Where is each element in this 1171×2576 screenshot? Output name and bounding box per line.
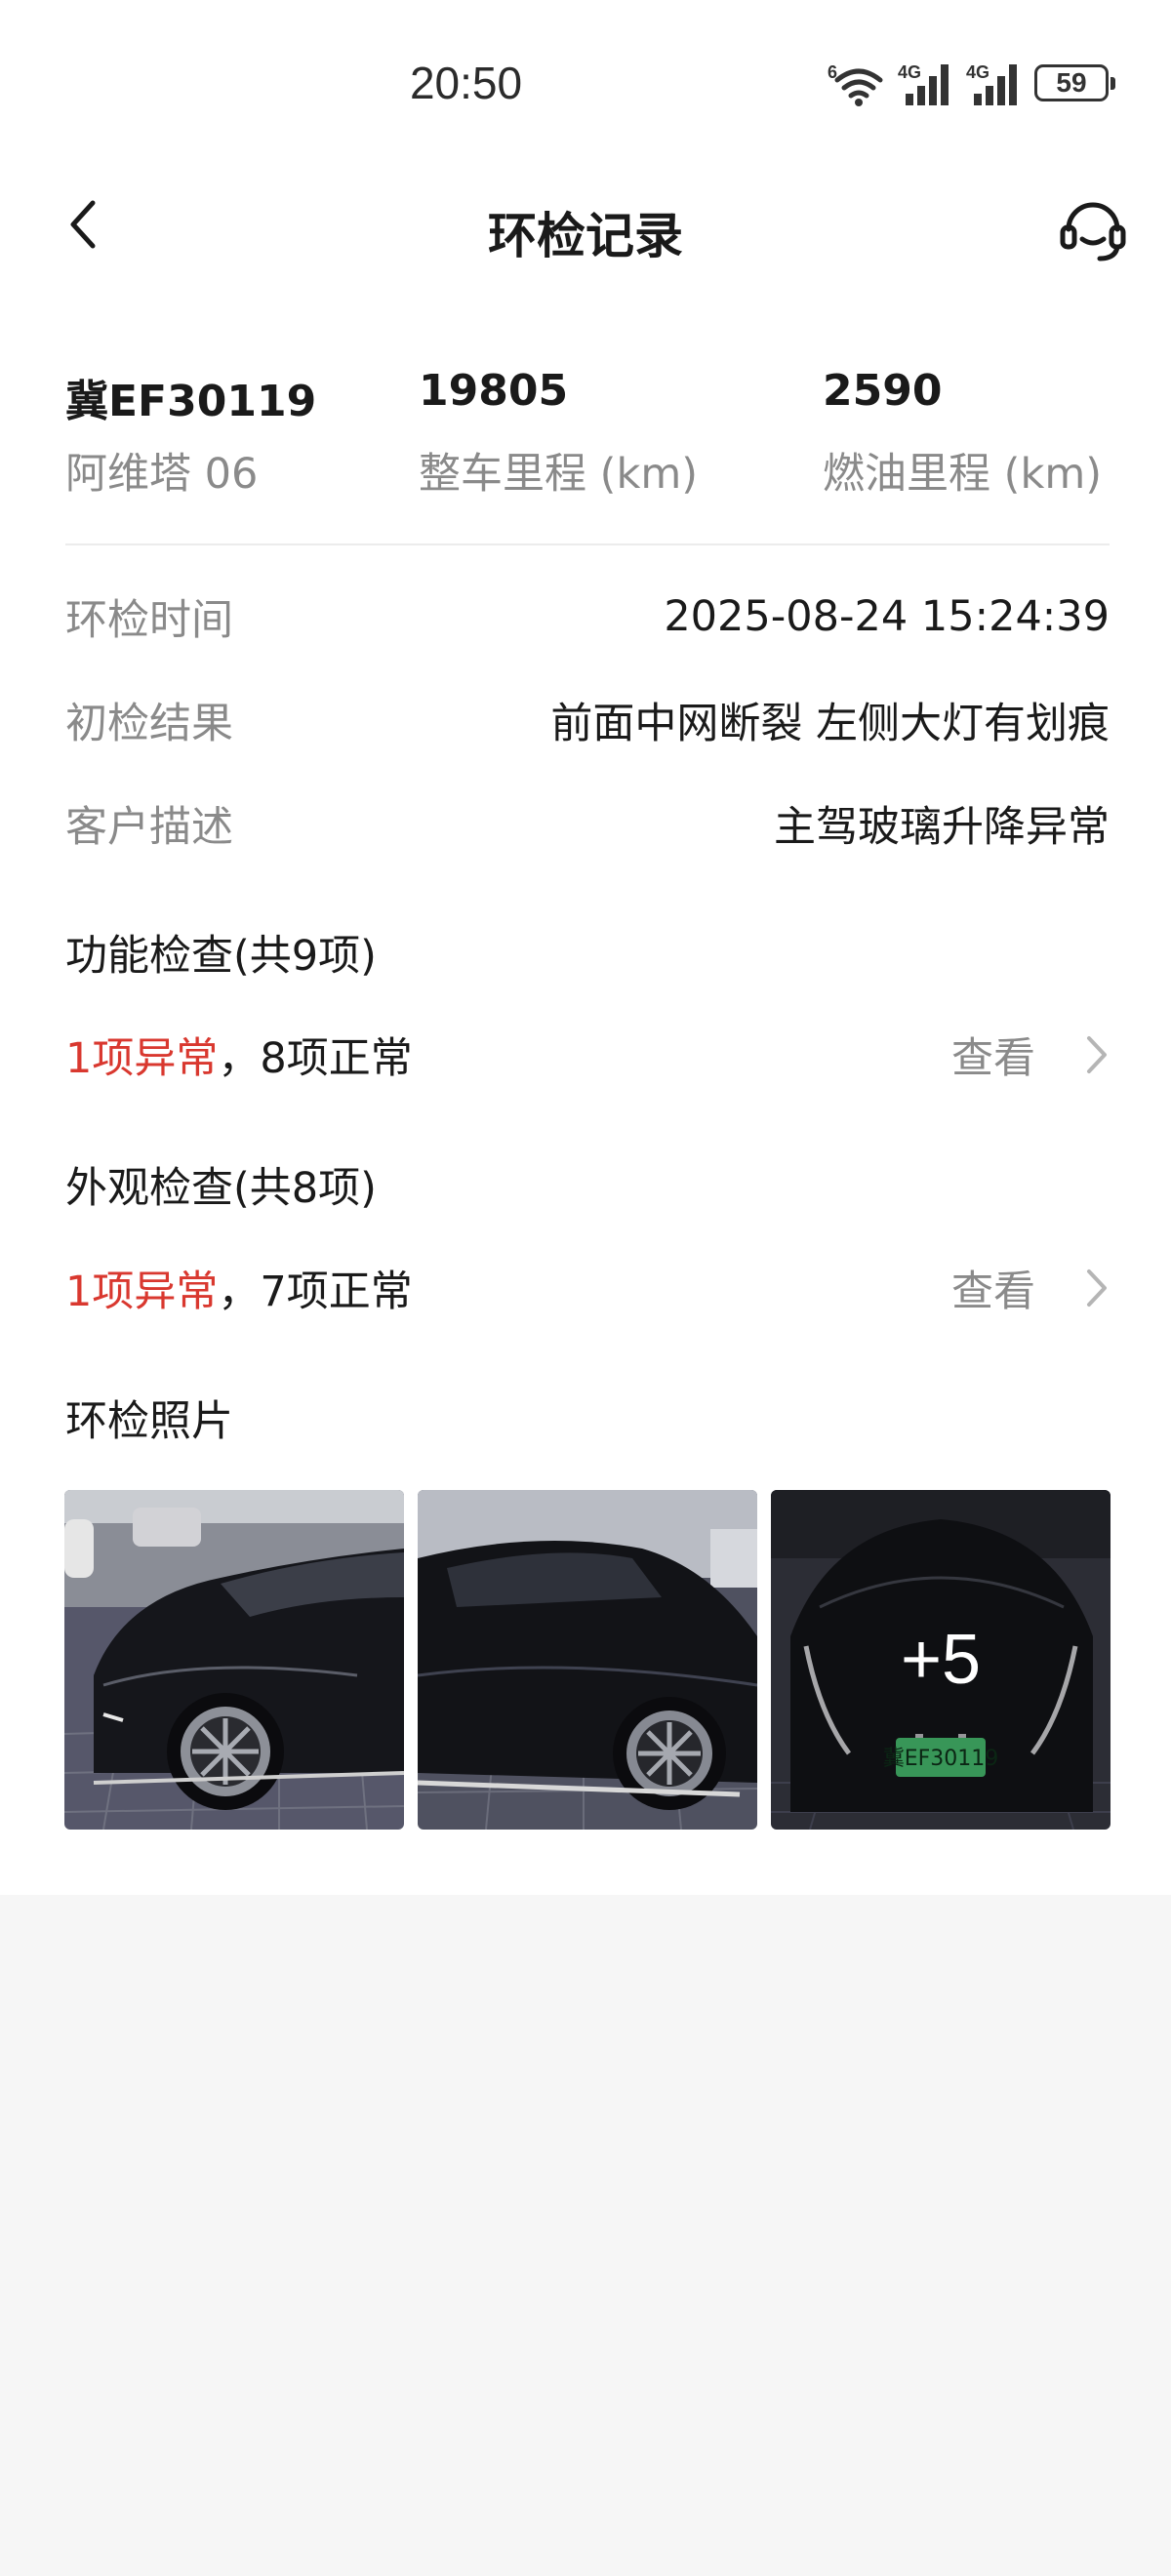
chevron-right-icon	[1087, 1036, 1107, 1073]
function-check-title: 功能检查(共9项)	[65, 932, 377, 981]
vehicle-model: 阿维塔 06	[65, 450, 259, 499]
fuel-mileage-value: 2590	[823, 366, 943, 416]
more-photos-overlay[interactable]: +5	[771, 1490, 1110, 1830]
headset-icon	[1060, 202, 1126, 262]
appearance-check-title: 外观检查(共8项)	[65, 1164, 377, 1213]
status-icons: 6 4G 4G 59	[828, 59, 1115, 107]
photo-gallery: 冀EF30119 +5	[64, 1490, 1110, 1830]
status-time: 20:50	[409, 58, 523, 108]
info-row-initial-result: 初检结果 前面中网断裂 左侧大灯有划痕	[65, 691, 1110, 749]
info-row-check-time: 环检时间 2025-08-24 15:24:39	[65, 587, 1110, 646]
cellular-signal-icon-2: 4G	[966, 59, 1023, 107]
view-label: 查看	[951, 1034, 1035, 1083]
total-mileage-label: 整车里程 (km)	[419, 450, 699, 499]
title-bar: 环检记录	[0, 176, 1171, 273]
signal-tag-1: 4G	[898, 62, 922, 82]
status-bar: 20:50 6 4G 4G 59	[0, 0, 1171, 146]
battery-level: 59	[1056, 67, 1087, 98]
customer-service-button[interactable]	[1054, 189, 1132, 267]
inspection-photo-3[interactable]: 冀EF30119 +5	[771, 1490, 1110, 1830]
abnormal-count: 1项异常	[65, 1034, 219, 1083]
vehicle-summary: 冀EF30119 阿维塔 06 19805 整车里程 (km) 2590 燃油里…	[65, 366, 1110, 503]
info-label: 环检时间	[65, 596, 233, 645]
photos-title: 环检照片	[65, 1397, 233, 1446]
wifi-tag: 6	[828, 62, 838, 82]
chevron-right-icon	[1087, 1269, 1107, 1307]
function-check-row[interactable]: 1项异常 ， 8项正常 查看	[65, 1023, 1110, 1087]
fuel-mileage-label: 燃油里程 (km)	[823, 450, 1103, 499]
normal-count: 7项正常	[260, 1268, 413, 1316]
view-appearance-check-button[interactable]: 查看	[951, 1256, 1110, 1320]
content-card: 20:50 6 4G 4G 59 环检记录 冀EF30119 阿维塔 06 19…	[0, 0, 1171, 1895]
plate-column: 冀EF30119 阿维塔 06	[65, 366, 316, 501]
count-separator: ，	[218, 1034, 261, 1083]
total-mileage-column: 19805 整车里程 (km)	[419, 366, 698, 501]
count-separator: ，	[218, 1268, 261, 1316]
signal-tag-2: 4G	[966, 62, 990, 82]
page-title: 环检记录	[488, 208, 683, 264]
cellular-signal-icon: 4G	[898, 59, 954, 107]
fuel-mileage-column: 2590 燃油里程 (km)	[823, 366, 1102, 501]
view-function-check-button[interactable]: 查看	[951, 1023, 1110, 1087]
abnormal-count: 1项异常	[65, 1268, 219, 1316]
info-label: 初检结果	[65, 700, 233, 748]
divider	[65, 543, 1110, 545]
view-label: 查看	[951, 1268, 1035, 1316]
info-value: 前面中网断裂 左侧大灯有划痕	[550, 700, 1110, 748]
battery-icon: 59	[1034, 64, 1115, 101]
info-row-customer-description: 客户描述 主驾玻璃升降异常	[65, 794, 1110, 853]
wifi-icon: 6	[828, 59, 886, 107]
appearance-check-row[interactable]: 1项异常 ， 7项正常 查看	[65, 1256, 1110, 1320]
normal-count: 8项正常	[260, 1034, 413, 1083]
inspection-photo-1[interactable]	[64, 1490, 404, 1830]
total-mileage-value: 19805	[419, 366, 569, 416]
inspection-photo-2[interactable]	[418, 1490, 757, 1830]
info-value: 2025-08-24 15:24:39	[664, 592, 1110, 641]
info-value: 主驾玻璃升降异常	[774, 803, 1110, 852]
page: 20:50 6 4G 4G 59 环检记录 冀EF30119 阿维塔 06 19…	[0, 0, 1171, 2576]
info-label: 客户描述	[65, 803, 233, 852]
plate-number: 冀EF30119	[65, 377, 317, 426]
